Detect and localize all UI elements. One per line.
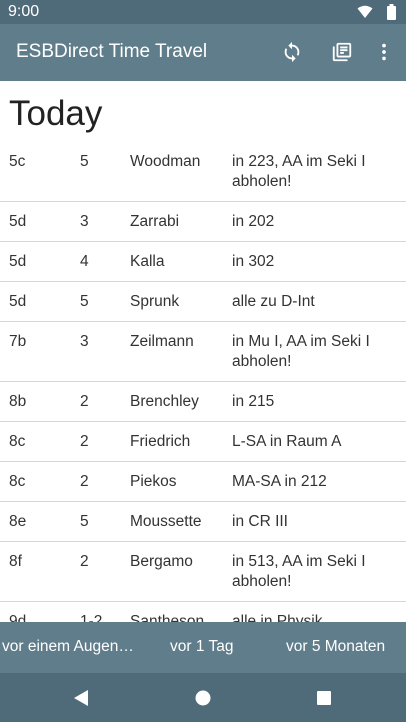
substitution-row[interactable]: 7b 3 Zeilmann in Mu I, AA im Seki I abholen… bbox=[0, 322, 406, 382]
class-cell: 8c bbox=[9, 433, 26, 450]
substitution-row[interactable]: 9d 1-2 Santheson alle in Physik bbox=[0, 602, 406, 622]
info-cell: in 302 bbox=[232, 253, 275, 270]
teacher-cell: Friedrich bbox=[130, 433, 191, 450]
app-bar: ESBDirect Time Travel bbox=[0, 24, 406, 81]
teacher-cell: Moussette bbox=[130, 513, 202, 530]
teacher-cell: Kalla bbox=[130, 253, 165, 270]
lesson-cell: 2 bbox=[80, 393, 89, 410]
newspaper-icon bbox=[332, 42, 352, 62]
news-button[interactable] bbox=[330, 40, 354, 64]
lesson-cell: 3 bbox=[80, 333, 89, 350]
teacher-cell: Zeilmann bbox=[130, 333, 194, 350]
info-cell: in 513, AA im Seki I abholen! bbox=[232, 553, 366, 590]
teacher-cell: Woodman bbox=[130, 153, 201, 170]
tab-time-1-day[interactable]: vor 1 Tag bbox=[170, 638, 233, 656]
info-cell: alle in Physik bbox=[232, 613, 323, 622]
recents-icon bbox=[317, 691, 331, 705]
tab-time-just-now[interactable]: vor einem Augen… bbox=[2, 638, 134, 656]
teacher-cell: Piekos bbox=[130, 473, 177, 490]
substitution-row[interactable]: 8c 2 Piekos MA-SA in 212 bbox=[0, 462, 406, 502]
class-cell: 5c bbox=[9, 153, 26, 170]
info-cell: in CR III bbox=[232, 513, 288, 530]
battery-icon bbox=[387, 4, 396, 25]
back-icon bbox=[74, 690, 88, 706]
lesson-cell: 2 bbox=[80, 473, 89, 490]
screen: 9:00 ESBDirect Time Travel Today 5c 5 Wo… bbox=[0, 0, 406, 722]
status-time: 9:00 bbox=[8, 3, 40, 20]
wifi-icon bbox=[357, 5, 373, 24]
info-cell: L-SA in Raum A bbox=[232, 433, 342, 450]
status-bar: 9:00 bbox=[0, 0, 406, 24]
teacher-cell: Brenchley bbox=[130, 393, 199, 410]
class-cell: 5d bbox=[9, 213, 27, 230]
sync-icon bbox=[284, 41, 300, 63]
system-nav-bar bbox=[0, 673, 406, 722]
class-cell: 7b bbox=[9, 333, 27, 350]
substitution-row[interactable]: 5d 5 Sprunk alle zu D-Int bbox=[0, 282, 406, 322]
teacher-cell: Zarrabi bbox=[130, 213, 180, 230]
sync-button[interactable] bbox=[280, 40, 304, 64]
lesson-cell: 2 bbox=[80, 433, 89, 450]
info-cell: in 202 bbox=[232, 213, 275, 230]
overflow-menu-button[interactable] bbox=[372, 40, 396, 64]
class-cell: 5d bbox=[9, 293, 27, 310]
lesson-cell: 3 bbox=[80, 213, 89, 230]
class-cell: 8b bbox=[9, 393, 27, 410]
class-cell: 5d bbox=[9, 253, 27, 270]
class-cell: 8e bbox=[9, 513, 27, 530]
lesson-cell: 1-2 bbox=[80, 613, 103, 622]
status-icons bbox=[357, 4, 396, 25]
info-cell: in 223, AA im Seki I abholen! bbox=[232, 153, 366, 190]
substitution-row[interactable]: 8b 2 Brenchley in 215 bbox=[0, 382, 406, 422]
app-title: ESBDirect Time Travel bbox=[16, 41, 208, 62]
substitution-row[interactable]: 8c 2 Friedrich L-SA in Raum A bbox=[0, 422, 406, 462]
class-cell: 8c bbox=[9, 473, 26, 490]
substitution-row[interactable]: 5d 3 Zarrabi in 202 bbox=[0, 202, 406, 242]
substitution-row[interactable]: 5d 4 Kalla in 302 bbox=[0, 242, 406, 282]
info-cell: MA-SA in 212 bbox=[232, 473, 327, 490]
lesson-cell: 2 bbox=[80, 553, 89, 570]
info-cell: in Mu I, AA im Seki I abholen! bbox=[232, 333, 370, 370]
substitution-list[interactable]: Today 5c 5 Woodman in 223, AA im Seki I abh… bbox=[0, 81, 406, 622]
lesson-cell: 5 bbox=[80, 293, 89, 310]
day-heading: Today bbox=[9, 94, 103, 133]
lesson-cell: 5 bbox=[80, 153, 89, 170]
more-vert-icon bbox=[382, 43, 386, 61]
nav-recents-button[interactable] bbox=[313, 687, 335, 709]
info-cell: alle zu D-Int bbox=[232, 293, 315, 310]
substitution-row[interactable]: 8e 5 Moussette in CR III bbox=[0, 502, 406, 542]
nav-home-button[interactable] bbox=[192, 687, 214, 709]
lesson-cell: 5 bbox=[80, 513, 89, 530]
class-cell: 9d bbox=[9, 613, 27, 622]
teacher-cell: Sprunk bbox=[130, 293, 180, 310]
teacher-cell: Santheson bbox=[130, 613, 205, 622]
substitution-row[interactable]: 8f 2 Bergamo in 513, AA im Seki I abholen! bbox=[0, 542, 406, 602]
substitution-row[interactable]: 5c 5 Woodman in 223, AA im Seki I abholen! bbox=[0, 142, 406, 202]
class-cell: 8f bbox=[9, 553, 22, 570]
time-tab-strip: vor einem Augen… vor 1 Tag vor 5 Monaten bbox=[0, 622, 406, 673]
info-cell: in 215 bbox=[232, 393, 275, 410]
home-icon bbox=[195, 690, 211, 706]
lesson-cell: 4 bbox=[80, 253, 89, 270]
nav-back-button[interactable] bbox=[70, 687, 92, 709]
tab-time-5-months[interactable]: vor 5 Monaten bbox=[286, 638, 385, 656]
teacher-cell: Bergamo bbox=[130, 553, 193, 570]
rows-container: 5c 5 Woodman in 223, AA im Seki I abholen! 5… bbox=[0, 142, 406, 622]
